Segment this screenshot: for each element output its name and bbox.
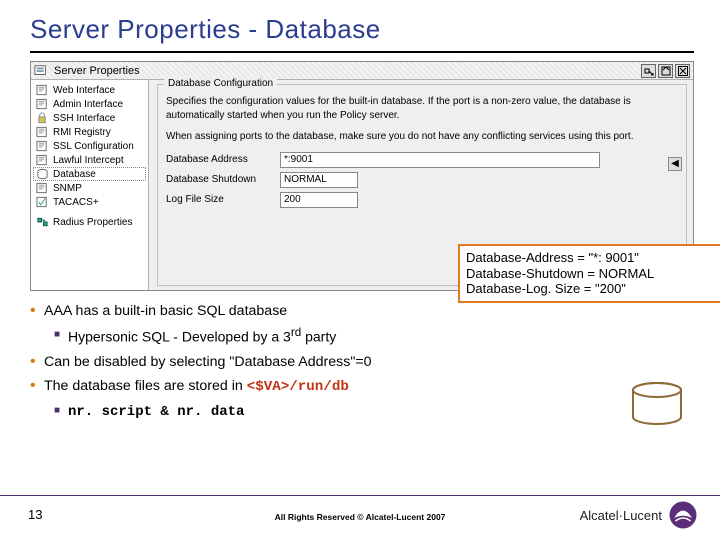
tree-item-label: Database <box>53 169 96 180</box>
tree-nav: Web Interface Admin Interface SSH Interf… <box>31 80 149 290</box>
tree-item-label: SNMP <box>53 183 82 194</box>
maximize-icon[interactable] <box>658 64 673 78</box>
database-address-label: Database Address <box>166 154 274 165</box>
callout-line-2: Database-Shutdown = NORMAL <box>466 266 720 282</box>
desc-para-2: When assigning ports to the database, ma… <box>166 130 678 144</box>
tree-item-label: SSH Interface <box>53 113 115 124</box>
log-file-size-input[interactable]: 200 <box>280 192 358 208</box>
tree-item-lawful-intercept[interactable]: Lawful Intercept <box>33 153 146 167</box>
tree-item-label: RMI Registry <box>53 127 111 138</box>
tree-item-label: TACACS+ <box>53 197 99 208</box>
tree-item-tacacs[interactable]: TACACS+ <box>33 195 146 209</box>
tree-item-admin-interface[interactable]: Admin Interface <box>33 97 146 111</box>
database-shutdown-input[interactable]: NORMAL <box>280 172 358 188</box>
doc-icon <box>35 126 49 138</box>
brand: Alcatel·Lucent <box>580 500 698 530</box>
desc-para-1: Specifies the configuration values for t… <box>166 95 678 122</box>
tree-item-label: Lawful Intercept <box>53 155 124 166</box>
footer-rule <box>0 495 720 496</box>
tree-item-label: Radius Properties <box>53 217 132 228</box>
window-title: Server Properties <box>52 65 641 77</box>
doc-icon <box>35 84 49 96</box>
tree-item-database[interactable]: Database <box>33 167 146 181</box>
bullet-sup: rd <box>291 326 301 339</box>
log-file-size-label: Log File Size <box>166 194 274 205</box>
tree-item-rmi-registry[interactable]: RMI Registry <box>33 125 146 139</box>
close-icon[interactable] <box>675 64 690 78</box>
window-titlebar: Server Properties <box>31 62 693 80</box>
bullet-files: The database files are stored in <$VA>/r… <box>30 376 694 397</box>
doc-icon <box>35 98 49 110</box>
doc-icon <box>35 154 49 166</box>
tree-item-ssh-interface[interactable]: SSH Interface <box>33 111 146 125</box>
brand-text: Alcatel·Lucent <box>580 508 662 523</box>
bullet-text: Hypersonic SQL - Developed by a 3 <box>68 329 291 345</box>
bullet-text: party <box>301 329 336 345</box>
database-icon <box>35 168 49 180</box>
code-files: nr. script & nr. data <box>68 404 244 420</box>
callout-line-3: Database-Log. Size = "200" <box>466 281 720 297</box>
doc-icon <box>35 140 49 152</box>
bullet-disable: Can be disabled by selecting "Database A… <box>30 352 694 372</box>
bullet-hypersonic: Hypersonic SQL - Developed by a 3rd part… <box>30 325 694 348</box>
check-icon <box>35 196 49 208</box>
doc-icon <box>35 182 49 194</box>
code-path: <$VA>/run/db <box>247 379 349 395</box>
database-shutdown-label: Database Shutdown <box>166 174 274 185</box>
window-icon <box>34 64 48 78</box>
brand-logo-icon <box>668 500 698 530</box>
callout-line-1: Database-Address = "*: 9001" <box>466 250 720 266</box>
tree-item-label: Admin Interface <box>53 99 123 110</box>
scroll-left-icon[interactable]: ◀ <box>668 157 682 171</box>
bullet-text: The database files are stored in <box>44 378 247 394</box>
tree-item-ssl-configuration[interactable]: SSL Configuration <box>33 139 146 153</box>
minimize-icon[interactable] <box>641 64 656 78</box>
title-rule <box>30 51 694 53</box>
tree-item-web-interface[interactable]: Web Interface <box>33 83 146 97</box>
group-title: Database Configuration <box>164 78 277 89</box>
database-address-input[interactable]: *:9001 <box>280 152 600 168</box>
node-icon <box>35 216 49 228</box>
bullet-list: AAA has a built-in basic SQL database Hy… <box>30 301 694 423</box>
database-cylinder-icon <box>630 381 684 432</box>
tree-item-label: Web Interface <box>53 85 115 96</box>
bullet-nr-script: nr. script & nr. data <box>30 401 694 423</box>
tree-item-label: SSL Configuration <box>53 141 134 152</box>
tree-item-snmp[interactable]: SNMP <box>33 181 146 195</box>
page-title: Server Properties - Database <box>30 14 694 45</box>
tree-item-radius-properties[interactable]: Radius Properties <box>33 215 146 229</box>
lock-icon <box>35 112 49 124</box>
bullet-aaa: AAA has a built-in basic SQL database <box>30 301 694 321</box>
callout-box: Database-Address = "*: 9001" Database-Sh… <box>458 244 720 303</box>
